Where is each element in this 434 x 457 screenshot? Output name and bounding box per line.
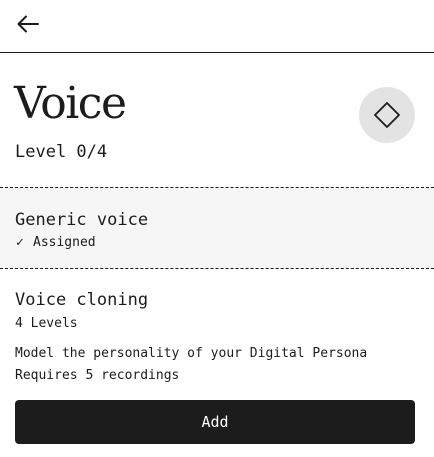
diamond-button[interactable] [359,87,415,143]
back-button[interactable] [14,10,42,38]
voice-cloning-title: Voice cloning [15,290,149,310]
voice-cloning-description: Model the personality of your Digital Pe… [15,346,368,361]
level-indicator: Level 0/4 [15,142,108,162]
top-bar [0,0,434,53]
assigned-label: Assigned [33,235,96,250]
add-button[interactable]: Add [15,400,415,444]
assigned-status: ✓ Assigned [16,234,96,252]
arrow-left-icon [15,11,41,37]
voice-cloning-requirement: Requires 5 recordings [15,368,180,383]
diamond-icon [372,100,402,130]
generic-voice-card[interactable]: Generic voice ✓ Assigned [0,187,434,269]
generic-voice-title: Generic voice [15,210,149,230]
voice-cloning-levels: 4 Levels [15,316,78,331]
page-title: Voice [14,78,127,129]
check-icon: ✓ [16,235,24,250]
